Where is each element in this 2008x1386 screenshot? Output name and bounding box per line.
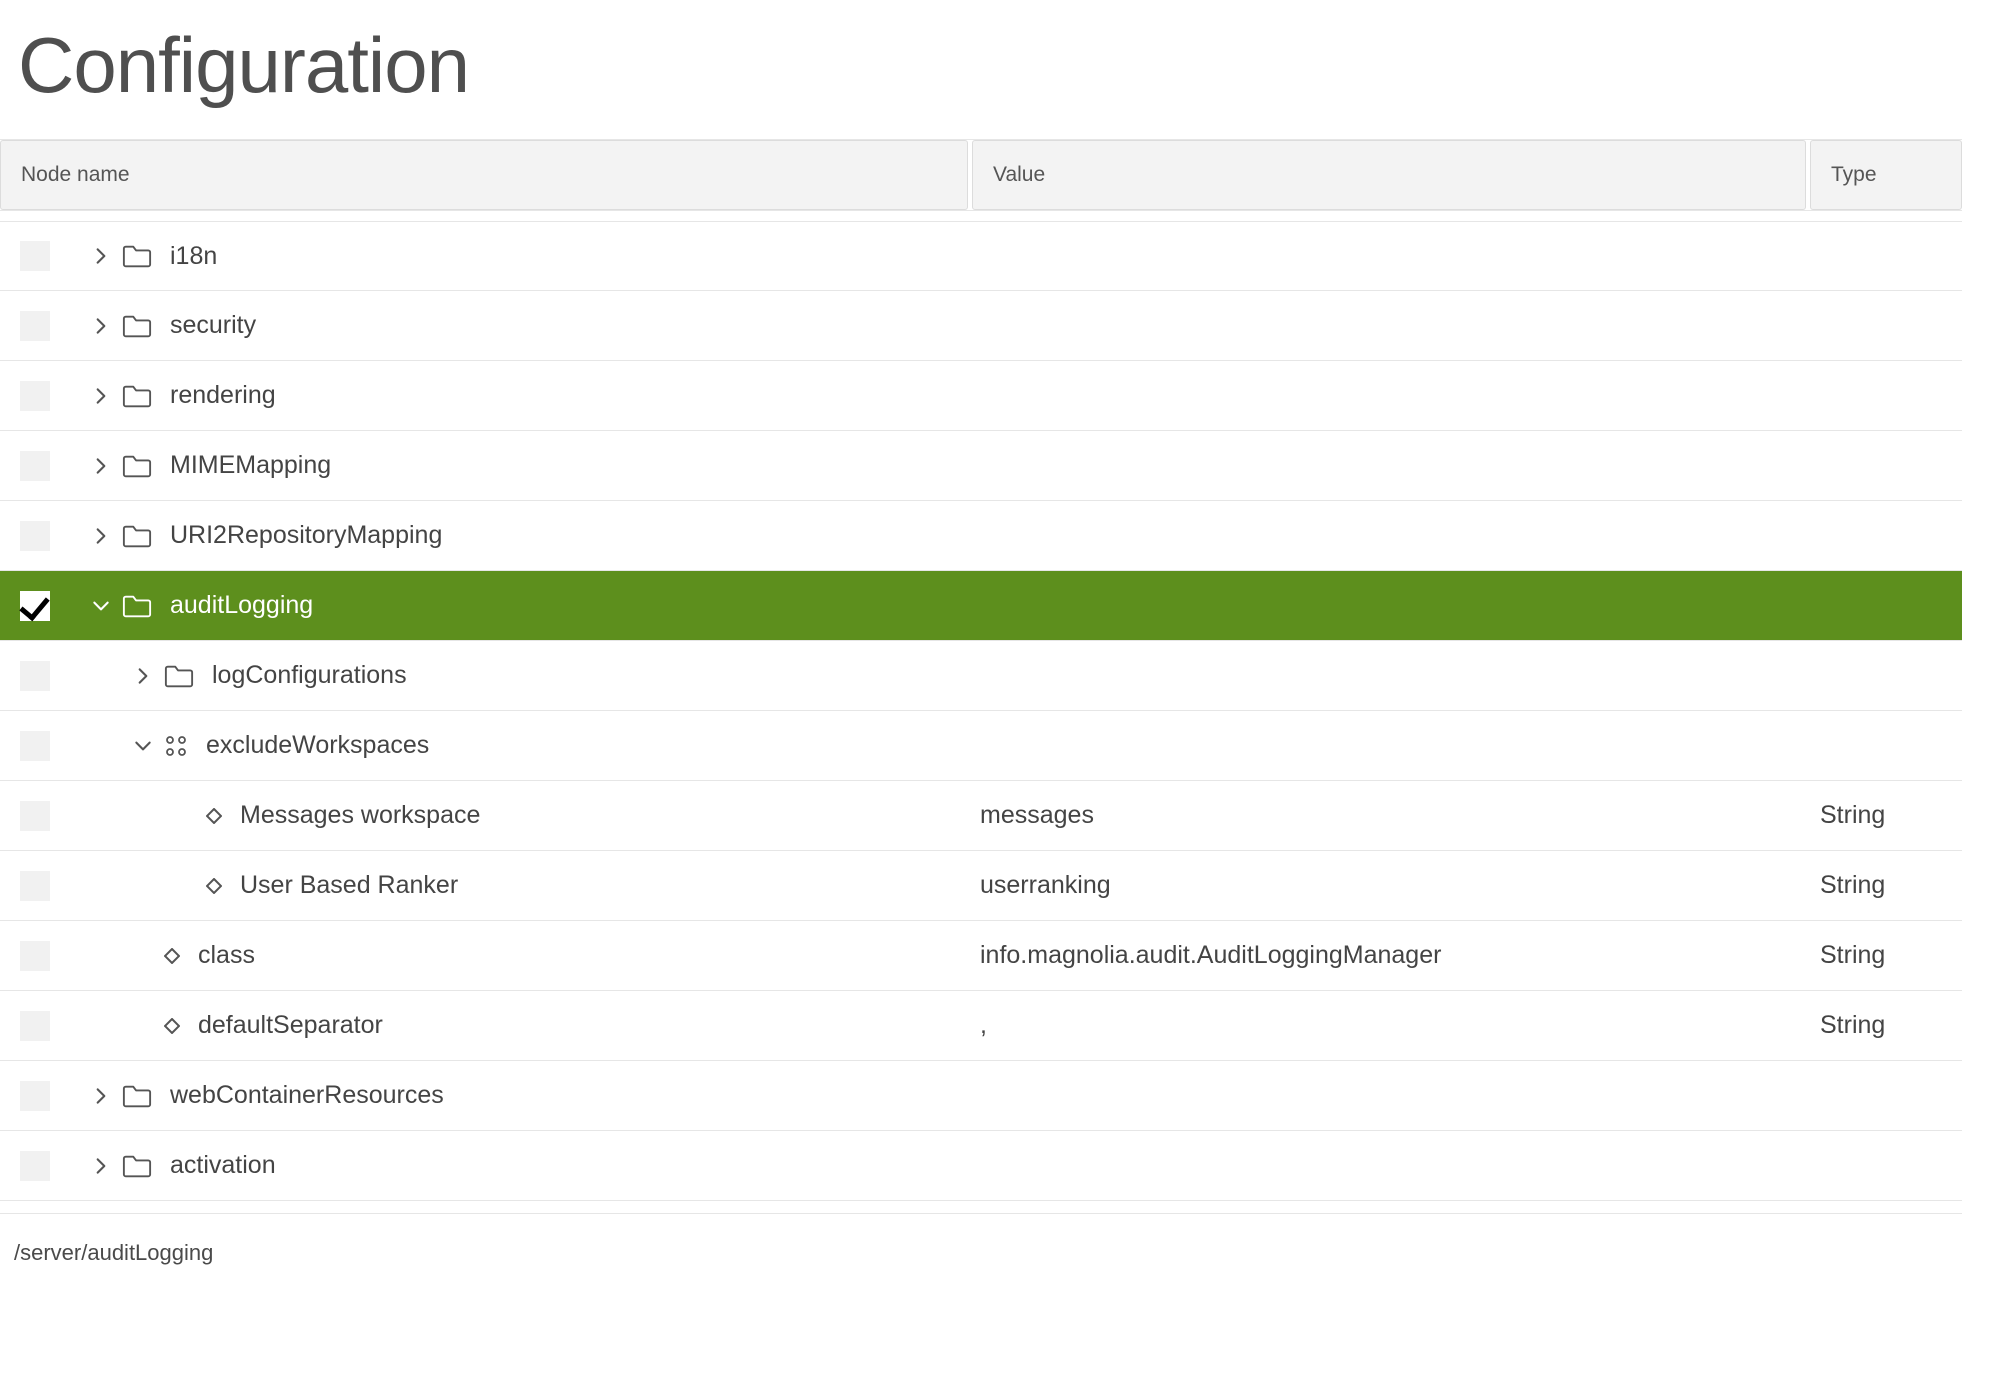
value-cell[interactable]: messages <box>960 801 1794 830</box>
node-label: activation <box>170 1151 276 1180</box>
folder-icon <box>122 593 152 619</box>
node-label: security <box>170 311 256 340</box>
chevron-right-icon[interactable] <box>90 1156 112 1176</box>
chevron-down-icon[interactable] <box>90 596 112 616</box>
content-node-icon <box>164 734 188 758</box>
tree-row[interactable]: URI2RepositoryMapping <box>0 501 1962 571</box>
chevron-right-icon[interactable] <box>90 526 112 546</box>
property-icon <box>206 878 222 894</box>
folder-icon <box>122 523 152 549</box>
node-name-cell: Messages workspace <box>50 801 960 830</box>
tree-row[interactable]: MIMEMapping <box>0 431 1962 501</box>
row-checkbox[interactable] <box>20 451 50 481</box>
folder-icon <box>122 453 152 479</box>
folder-icon <box>122 1153 152 1179</box>
tree-row[interactable]: security <box>0 291 1962 361</box>
col-header-name[interactable]: Node name <box>0 140 968 210</box>
property-icon <box>206 808 222 824</box>
chevron-right-icon[interactable] <box>132 666 154 686</box>
chevron-down-icon[interactable] <box>132 736 154 756</box>
node-name-cell: defaultSeparator <box>50 1011 960 1040</box>
node-label: Messages workspace <box>240 801 480 830</box>
node-label: rendering <box>170 381 276 410</box>
node-name-cell: security <box>50 311 960 340</box>
folder-icon <box>122 243 152 269</box>
row-checkbox[interactable] <box>20 941 50 971</box>
col-header-type[interactable]: Type <box>1810 140 1962 210</box>
node-label: URI2RepositoryMapping <box>170 521 442 550</box>
node-name-cell: logConfigurations <box>50 661 960 690</box>
property-icon <box>164 1018 180 1034</box>
breadcrumb-path: /server/auditLogging <box>0 1214 1962 1266</box>
node-name-cell: i18n <box>50 242 960 271</box>
tree-row[interactable]: rendering <box>0 361 1962 431</box>
row-checkbox[interactable] <box>20 381 50 411</box>
tree-row[interactable]: webContainerResources <box>0 1061 1962 1131</box>
type-cell: String <box>1794 801 1962 830</box>
row-checkbox[interactable] <box>20 241 50 271</box>
folder-icon <box>122 1083 152 1109</box>
node-name-cell: activation <box>50 1151 960 1180</box>
node-name-cell: MIMEMapping <box>50 451 960 480</box>
node-label: i18n <box>170 242 217 271</box>
row-checkbox[interactable] <box>20 591 50 621</box>
node-label: User Based Ranker <box>240 871 458 900</box>
node-name-cell: URI2RepositoryMapping <box>50 521 960 550</box>
node-name-cell: User Based Ranker <box>50 871 960 900</box>
type-cell: String <box>1794 941 1962 970</box>
tree-row[interactable]: defaultSeparator,String <box>0 991 1962 1061</box>
row-checkbox[interactable] <box>20 661 50 691</box>
value-cell[interactable]: userranking <box>960 871 1794 900</box>
row-checkbox[interactable] <box>20 801 50 831</box>
tree-row[interactable]: logConfigurations <box>0 641 1962 711</box>
node-name-cell: rendering <box>50 381 960 410</box>
chevron-right-icon[interactable] <box>90 246 112 266</box>
row-checkbox[interactable] <box>20 1081 50 1111</box>
tree-row[interactable]: activation <box>0 1131 1962 1201</box>
folder-icon <box>164 663 194 689</box>
node-label: defaultSeparator <box>198 1011 383 1040</box>
folder-icon <box>122 313 152 339</box>
row-checkbox[interactable] <box>20 311 50 341</box>
node-label: webContainerResources <box>170 1081 444 1110</box>
value-cell[interactable]: , <box>960 1011 1794 1040</box>
node-label: excludeWorkspaces <box>206 731 429 760</box>
page-title: Configuration <box>18 20 2008 111</box>
node-name-cell: excludeWorkspaces <box>50 731 960 760</box>
tree-row[interactable]: User Based Ranker userrankingString <box>0 851 1962 921</box>
tree-row[interactable]: auditLogging <box>0 571 1962 641</box>
tree-row[interactable]: class info.magnolia.audit.AuditLoggingMan… <box>0 921 1962 991</box>
row-checkbox[interactable] <box>20 871 50 901</box>
tree-row[interactable]: excludeWorkspaces <box>0 711 1962 781</box>
node-label: MIMEMapping <box>170 451 331 480</box>
node-label: auditLogging <box>170 591 313 620</box>
node-name-cell: class <box>50 941 960 970</box>
node-name-cell: auditLogging <box>50 591 960 620</box>
chevron-right-icon[interactable] <box>90 386 112 406</box>
row-checkbox[interactable] <box>20 1011 50 1041</box>
property-icon <box>164 948 180 964</box>
type-cell: String <box>1794 871 1962 900</box>
node-label: logConfigurations <box>212 661 407 690</box>
row-checkbox[interactable] <box>20 1151 50 1181</box>
type-cell: String <box>1794 1011 1962 1040</box>
folder-icon <box>122 383 152 409</box>
col-header-value[interactable]: Value <box>972 140 1806 210</box>
value-cell[interactable]: info.magnolia.audit.AuditLoggingManager <box>960 941 1794 970</box>
chevron-right-icon[interactable] <box>90 316 112 336</box>
tree-row[interactable]: i18n <box>0 221 1962 291</box>
node-label: class <box>198 941 255 970</box>
table-header: Node name Value Type <box>0 139 1962 211</box>
tree-row[interactable]: Messages workspace messagesString <box>0 781 1962 851</box>
chevron-right-icon[interactable] <box>90 1086 112 1106</box>
row-checkbox[interactable] <box>20 521 50 551</box>
row-checkbox[interactable] <box>20 731 50 761</box>
node-name-cell: webContainerResources <box>50 1081 960 1110</box>
chevron-right-icon[interactable] <box>90 456 112 476</box>
